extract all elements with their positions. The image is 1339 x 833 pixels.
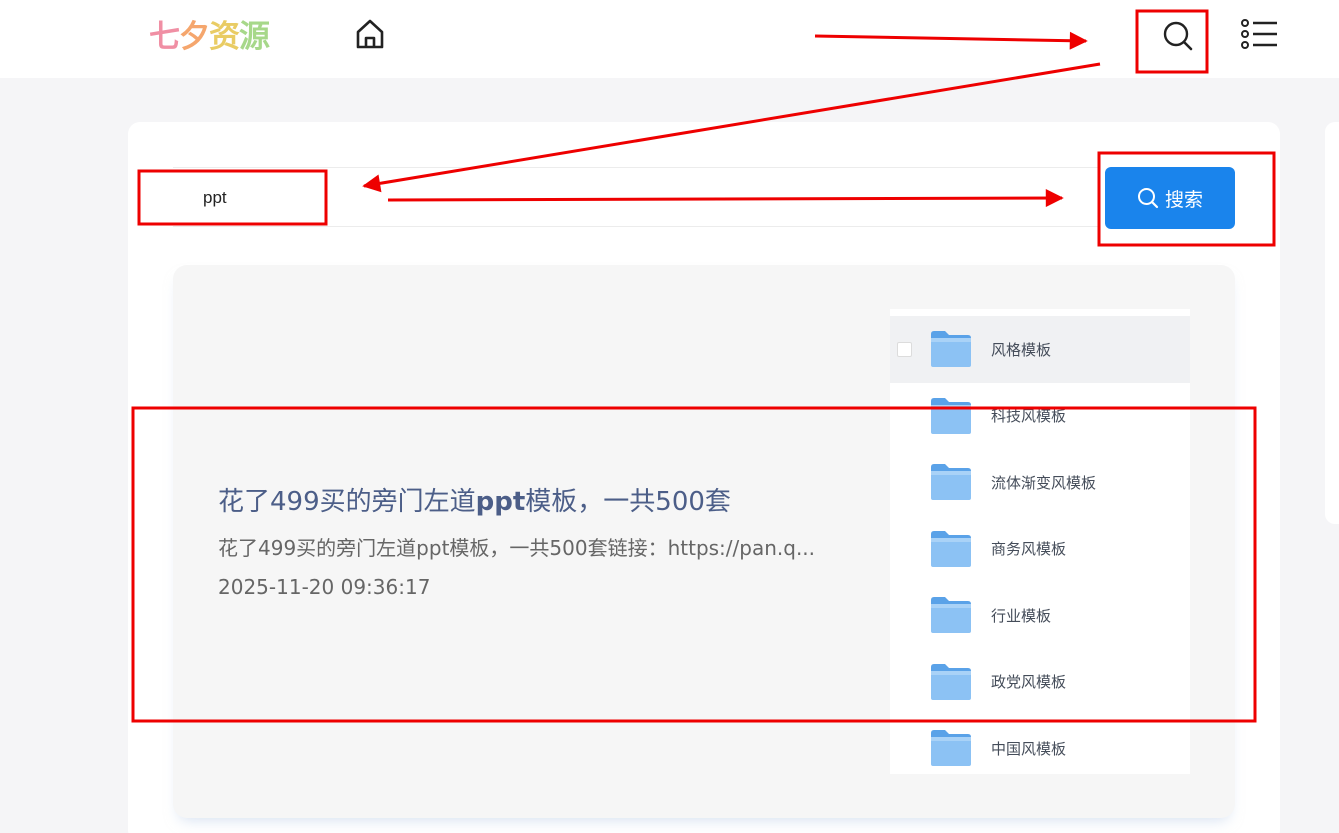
search-input[interactable] (203, 182, 603, 214)
title-text: 花了499买的旁门左道 (218, 487, 476, 517)
search-button-label: 搜索 (1164, 188, 1203, 211)
site-logo[interactable]: 七夕资源 (149, 17, 270, 57)
thumbnail-folder-label: 流体渐变风模板 (991, 473, 1097, 492)
logo-char: 夕 (179, 19, 210, 55)
folder-icon (931, 597, 971, 634)
folder-icon (931, 730, 971, 767)
thumbnail-folder-row: 科技风模板 (890, 383, 1190, 450)
home-icon (356, 19, 384, 49)
logo-char: 七 (149, 19, 180, 55)
thumbnail-folder-label: 科技风模板 (991, 407, 1067, 426)
checkbox-icon (897, 341, 912, 357)
search-icon (1137, 188, 1159, 209)
folder-icon (931, 397, 971, 434)
home-button[interactable] (350, 14, 390, 54)
thumbnail-folder-label: 风格模板 (991, 340, 1052, 359)
thumbnail-folder-label: 中国风模板 (991, 739, 1067, 758)
result-title[interactable]: 花了499买的旁门左道ppt模板，一共500套 (218, 481, 731, 518)
thumbnail-folder-label: 政党风模板 (991, 673, 1067, 692)
logo-char: 资 (209, 19, 240, 55)
list-menu-icon (1241, 19, 1277, 49)
result-thumbnail: 风格模板科技风模板流体渐变风模板 商务风模板行业模板政党风模板中国风模板 (890, 309, 1190, 774)
result-date: 2025-11-20 09:36:17 (218, 575, 431, 599)
thumbnail-folder-row: 中国风模板 (890, 715, 1190, 774)
search-bar (173, 167, 1098, 227)
top-header: 七夕资源 (0, 0, 1339, 78)
folder-icon (931, 663, 971, 700)
menu-button[interactable] (1238, 14, 1282, 54)
thumbnail-folder-row: 流体渐变风模板 (890, 449, 1190, 516)
side-panel-edge (1325, 122, 1339, 524)
search-result-card[interactable]: 花了499买的旁门左道ppt模板，一共500套 花了499买的旁门左道ppt模板… (173, 265, 1235, 818)
thumbnail-folder-row: 商务风模板 (890, 516, 1190, 583)
title-highlight: ppt (475, 487, 526, 517)
thumbnail-folder-row: 行业模板 (890, 582, 1190, 649)
logo-char: 源 (239, 19, 270, 55)
header-search-button[interactable] (1156, 14, 1200, 58)
thumbnail-folder-row: 风格模板 (890, 316, 1190, 383)
folder-icon (931, 331, 971, 368)
search-icon (1163, 21, 1193, 51)
thumbnail-folder-row: 政党风模板 (890, 649, 1190, 716)
title-text: 模板，一共500套 (525, 487, 731, 517)
folder-icon (931, 530, 971, 567)
folder-icon (931, 464, 971, 501)
thumbnail-folder-label: 商务风模板 (991, 540, 1067, 559)
result-snippet: 花了499买的旁门左道ppt模板，一共500套链接：https://pan.q.… (218, 536, 816, 560)
thumbnail-folder-label: 行业模板 (991, 606, 1052, 625)
search-submit-button[interactable]: 搜索 (1105, 167, 1235, 229)
